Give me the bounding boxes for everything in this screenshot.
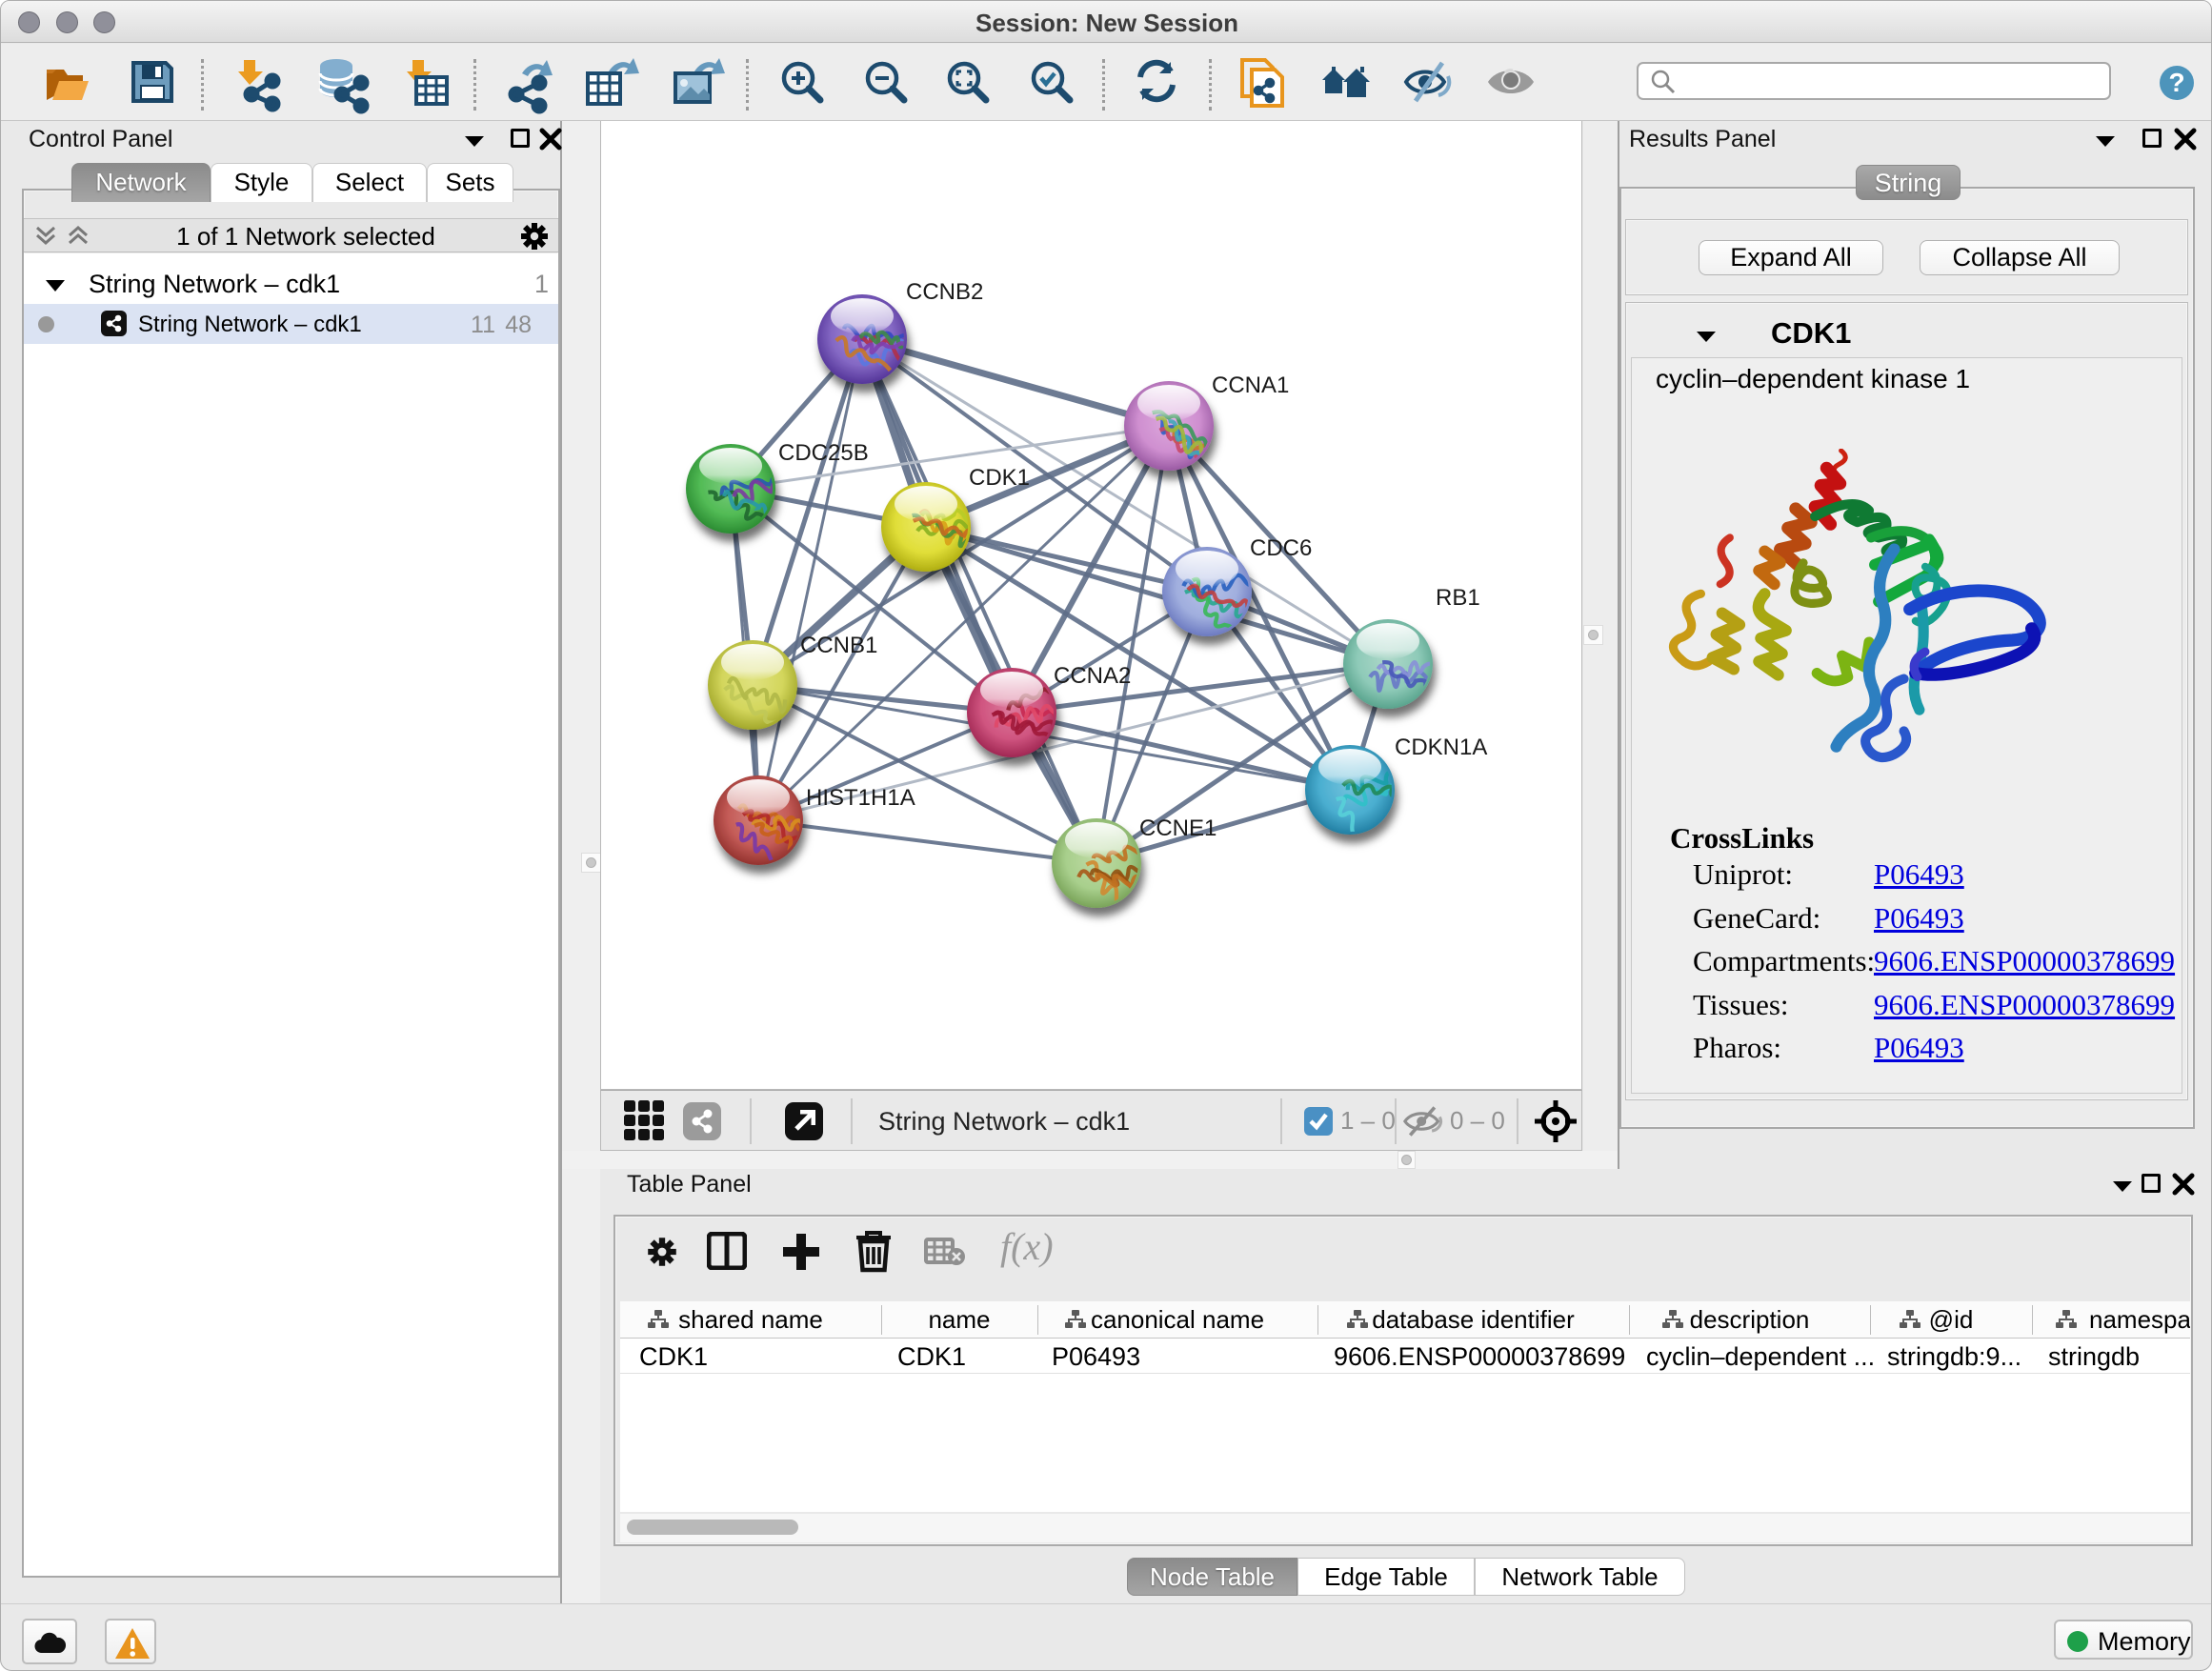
svg-text:CCNB1: CCNB1 xyxy=(800,633,877,658)
svg-text:CCNA1: CCNA1 xyxy=(1212,372,1289,398)
svg-text:CDC6: CDC6 xyxy=(1250,535,1312,561)
svg-text:CDC25B: CDC25B xyxy=(778,440,869,466)
svg-text:HIST1H1A: HIST1H1A xyxy=(806,785,915,811)
svg-text:CCNB2: CCNB2 xyxy=(906,279,983,305)
svg-text:RB1: RB1 xyxy=(1436,585,1480,611)
svg-text:CCNA2: CCNA2 xyxy=(1054,663,1131,689)
svg-text:CDKN1A: CDKN1A xyxy=(1395,735,1487,760)
svg-text:CDK1: CDK1 xyxy=(969,465,1030,491)
svg-text:CCNE1: CCNE1 xyxy=(1139,815,1217,841)
